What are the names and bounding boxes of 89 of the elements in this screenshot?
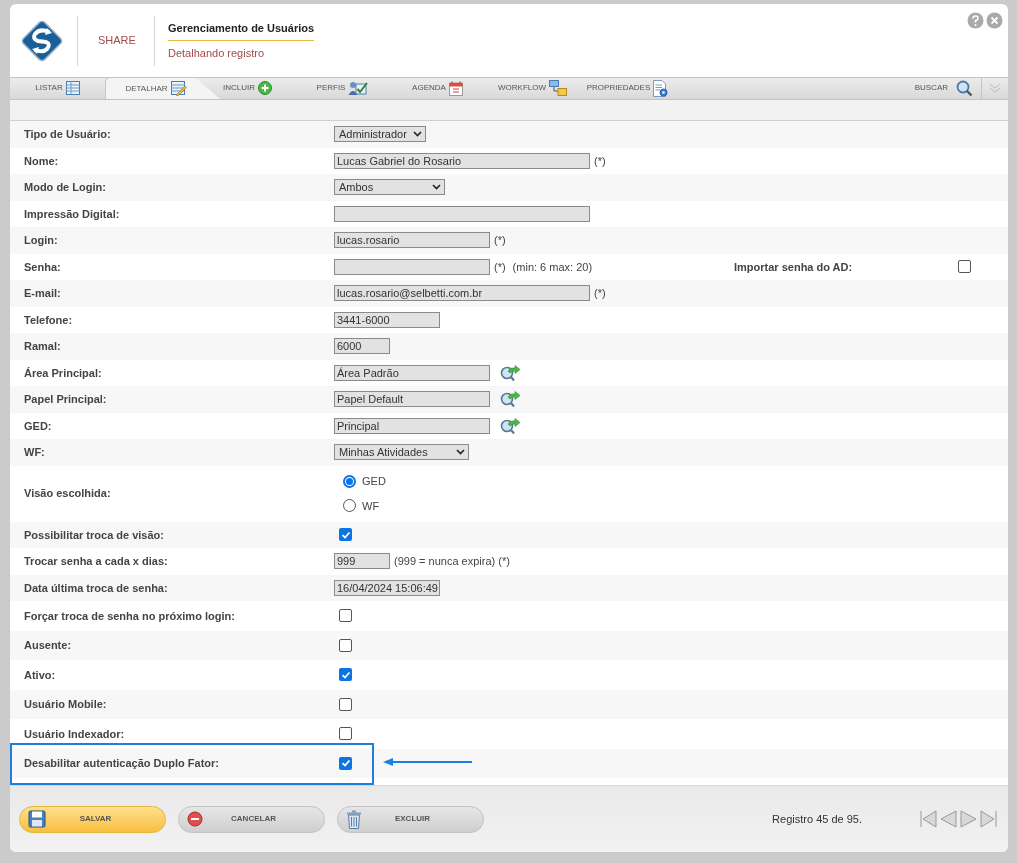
field-label: Ramal: [23, 339, 62, 354]
input-field[interactable]: Lucas Gabriel do Rosario [334, 152, 590, 169]
input-field[interactable]: 999 [334, 553, 390, 570]
tab[interactable]: WORKFLOW [485, 77, 580, 99]
workflow-icon [549, 80, 567, 96]
radio-button[interactable] [343, 499, 356, 513]
field-label: Visão escolhida: [23, 486, 112, 502]
page-title: Gerenciamento de Usuários [168, 19, 315, 41]
input-field[interactable] [334, 205, 590, 222]
search-tab[interactable]: BUSCAR [914, 77, 981, 99]
minus-circle-icon [187, 811, 203, 827]
action-button[interactable]: SALVAR [19, 805, 166, 833]
field-label: Nome: [23, 153, 60, 169]
caret-icon [456, 449, 465, 456]
input-field[interactable]: lucas.rosario [334, 232, 490, 249]
edit-icon [170, 81, 187, 96]
checkbox[interactable] [339, 756, 352, 770]
tab[interactable]: PROPRIEDADES [580, 77, 675, 99]
field-label: Telefone: [23, 312, 74, 328]
brand-name: SHARE [98, 33, 135, 49]
calendar-icon [448, 80, 463, 96]
field-label: Senha: [23, 259, 62, 275]
field-label: Desabilitar autenticação Duplo Fator: [23, 756, 220, 771]
field-label: Impressão Digital: [23, 206, 121, 222]
field-label: Trocar senha a cada x dias: [23, 554, 169, 569]
input-field[interactable] [334, 258, 490, 275]
checkbox[interactable] [339, 609, 352, 623]
tab[interactable]: DETALHAR [105, 77, 220, 99]
tab[interactable]: AGENDA [390, 77, 485, 99]
hint-text: (min: 6 max: 20) [512, 259, 593, 275]
required-note: (999 = nunca expira) (*) [394, 554, 510, 569]
table-icon [65, 81, 80, 95]
checkbox[interactable] [339, 727, 352, 741]
field-label: Usuário Indexador: [23, 726, 126, 742]
record-counter: Registro 45 de 95. [772, 811, 862, 827]
input-field[interactable]: lucas.rosario@selbetti.com.br [334, 285, 590, 302]
input-field[interactable]: Área Padrão [334, 364, 490, 381]
required-note: (*) [594, 153, 606, 169]
input-field[interactable]: 16/04/2024 15:06:49 [334, 579, 440, 596]
trash-icon [346, 809, 362, 829]
close-icon[interactable] [986, 12, 1003, 29]
field-label: Forçar troca de senha no próximo login: [23, 608, 236, 624]
field-label: Ausente: [23, 638, 73, 653]
radio-label: GED [362, 474, 386, 489]
checkbox[interactable] [339, 668, 352, 682]
input-field[interactable]: 3441-6000 [334, 311, 440, 328]
field-label: Ativo: [23, 667, 57, 683]
field-label: Modo de Login: [23, 180, 107, 195]
tab[interactable]: PERFIS [295, 77, 390, 99]
checkbox[interactable] [958, 260, 971, 274]
tab[interactable]: LISTAR [10, 77, 105, 99]
dropdown[interactable]: Minhas Atividades [334, 444, 469, 461]
user-check-icon [348, 80, 369, 96]
checkbox[interactable] [339, 697, 352, 711]
search-arrow-icon[interactable] [499, 390, 521, 409]
field-label: Possibilitar troca de visão: [23, 527, 165, 543]
radio-label: WF [362, 498, 380, 514]
field-label: Tipo de Usuário: [23, 127, 112, 142]
dropdown[interactable]: Ambos [334, 179, 445, 196]
action-button[interactable]: CANCELAR [178, 805, 325, 833]
action-button[interactable]: EXCLUIR [337, 805, 484, 833]
search-icon [956, 79, 973, 97]
field-label: WF: [23, 445, 46, 460]
required-note: (*) [494, 259, 506, 275]
caret-icon [432, 184, 441, 191]
document-gear-icon [653, 79, 669, 97]
input-field[interactable]: Principal [334, 417, 490, 434]
search-arrow-icon[interactable] [499, 416, 521, 435]
help-icon[interactable] [967, 12, 984, 29]
page-subtitle: Detalhando registro [168, 46, 265, 61]
required-note: (*) [594, 286, 606, 301]
field-label: Papel Principal: [23, 392, 108, 407]
field-label: Data última troca de senha: [23, 580, 169, 596]
add-icon [258, 81, 272, 95]
field-label: Usuário Mobile: [23, 697, 108, 712]
field-label: GED: [23, 418, 53, 434]
search-arrow-icon[interactable] [499, 363, 521, 382]
field-label: Área Principal: [23, 365, 103, 381]
field-label: E-mail: [23, 286, 62, 301]
dropdown[interactable]: Administrador [334, 126, 426, 143]
field-label: Importar senha do AD: [734, 259, 854, 275]
input-field[interactable]: Papel Default [334, 391, 490, 408]
input-field[interactable]: 6000 [334, 338, 390, 355]
checkbox[interactable] [339, 638, 352, 652]
required-note: (*) [494, 233, 506, 248]
caret-icon [413, 131, 422, 138]
radio-button[interactable] [343, 474, 356, 488]
field-label: Login: [23, 233, 59, 248]
checkbox[interactable] [339, 528, 352, 542]
